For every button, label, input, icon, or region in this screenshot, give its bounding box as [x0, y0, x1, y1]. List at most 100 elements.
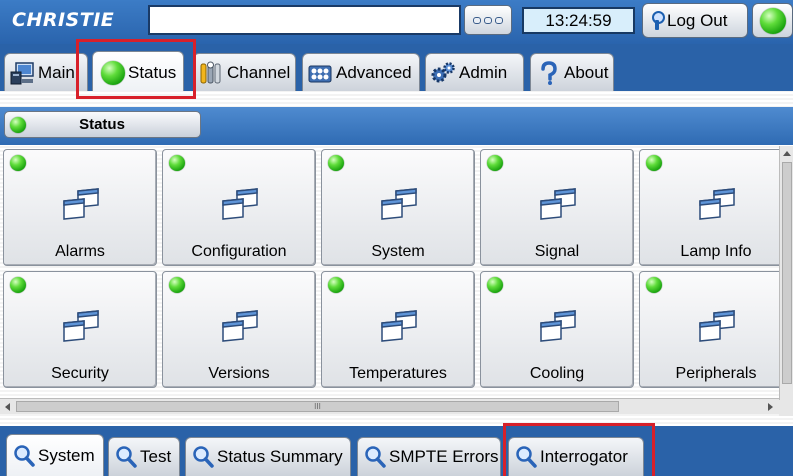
magnifier-icon: [516, 446, 537, 468]
magnifier-icon: [116, 446, 137, 468]
tab-channel[interactable]: Channel: [193, 53, 296, 91]
scroll-grip: III: [314, 402, 321, 411]
tab-main[interactable]: Main: [4, 53, 88, 91]
tile-cooling[interactable]: Cooling: [480, 271, 634, 388]
tile-signal[interactable]: Signal: [480, 149, 634, 266]
windows-icon: [222, 310, 258, 342]
tab-admin[interactable]: Admin: [425, 53, 524, 91]
magnifier-icon: [365, 446, 386, 468]
green-led-icon: [328, 277, 344, 293]
tile-label: Security: [51, 365, 109, 382]
green-led-icon: [10, 155, 26, 171]
tab-status-label: Status: [128, 62, 177, 82]
system-status-button[interactable]: [752, 3, 793, 38]
question-icon: [541, 60, 557, 85]
bottom-tab-system[interactable]: System: [6, 434, 104, 476]
green-led-icon: [487, 277, 503, 293]
vertical-scroll-thumb[interactable]: [782, 162, 792, 384]
tile-configuration[interactable]: Configuration: [162, 149, 316, 266]
green-led-icon: [646, 277, 662, 293]
green-led-icon: [10, 277, 26, 293]
tile-alarms[interactable]: Alarms: [3, 149, 157, 266]
bottom-tab-smpte-errors[interactable]: SMPTE Errors: [357, 437, 501, 476]
tab-channel-label: Channel: [227, 62, 291, 82]
monitor-icon: [10, 61, 34, 84]
green-led-icon: [487, 155, 503, 171]
bottom-tab-test[interactable]: Test: [108, 437, 180, 476]
address-input[interactable]: [148, 5, 461, 35]
tile-lamp-info[interactable]: Lamp Info: [639, 149, 779, 266]
clock-display: 13:24:59: [522, 7, 635, 34]
tile-security[interactable]: Security: [3, 271, 157, 388]
bottom-tab-system-label: System: [38, 445, 95, 465]
bottom-tab-interrogator-label: Interrogator: [540, 447, 628, 466]
windows-icon: [381, 310, 417, 342]
windows-icon: [540, 310, 576, 342]
bottom-tab-smpte-errors-label: SMPTE Errors: [389, 447, 499, 466]
tile-label: Alarms: [55, 243, 105, 260]
keypad-icon: [473, 16, 481, 24]
tile-label: Signal: [534, 243, 580, 260]
bottom-tab-test-label: Test: [140, 447, 172, 466]
windows-icon: [381, 188, 417, 220]
status-section-button[interactable]: Status: [4, 111, 201, 138]
christie-logo: CHRISTIE: [12, 9, 115, 31]
green-led-icon: [646, 155, 662, 171]
bottom-tab-status-summary-label: Status Summary: [217, 447, 343, 466]
tile-peripherals[interactable]: Peripherals: [639, 271, 779, 388]
windows-icon: [540, 188, 576, 220]
tools-icon: [200, 61, 221, 83]
green-led-icon: [10, 116, 26, 133]
main-tab-row: Main Status Channel Advanced Admin About: [0, 44, 793, 93]
gears-icon: [431, 61, 455, 82]
tile-versions[interactable]: Versions: [162, 271, 316, 388]
bottom-tab-status-summary[interactable]: Status Summary: [185, 437, 351, 476]
scroll-right-icon[interactable]: [768, 403, 773, 411]
logout-label: Log Out: [667, 10, 728, 30]
status-section-label: Status: [79, 116, 125, 133]
rack-icon: [308, 65, 332, 82]
keypad-button[interactable]: [464, 5, 512, 35]
scroll-left-icon[interactable]: [5, 403, 10, 411]
logout-button[interactable]: Log Out: [642, 3, 748, 38]
tab-advanced-label: Advanced: [336, 62, 412, 82]
horizontal-scroll-thumb[interactable]: III: [16, 401, 619, 412]
green-led-icon: [328, 155, 344, 171]
green-led-icon: [169, 155, 185, 171]
bottom-tab-interrogator[interactable]: Interrogator: [508, 437, 644, 476]
status-content-panel: Status Alarms Configuration System Signa…: [0, 91, 793, 426]
tile-temperatures[interactable]: Temperatures: [321, 271, 475, 388]
vertical-scrollbar[interactable]: [779, 146, 793, 400]
magnifier-icon: [193, 446, 214, 468]
windows-icon: [63, 310, 99, 342]
windows-icon: [222, 188, 258, 220]
keypad-icon: [495, 16, 503, 24]
scroll-up-icon[interactable]: [783, 151, 791, 156]
tab-status[interactable]: Status: [92, 51, 184, 93]
windows-icon: [63, 188, 99, 220]
top-bar: CHRISTIE 13:24:59 Log Out: [0, 0, 793, 44]
status-tile-grid: Alarms Configuration System Signal Lamp …: [0, 146, 779, 400]
tab-main-label: Main: [38, 62, 75, 82]
horizontal-scrollbar[interactable]: III: [0, 398, 779, 414]
tile-label: Versions: [208, 365, 270, 382]
green-led-icon: [759, 7, 786, 34]
magnifier-icon: [14, 444, 35, 467]
tab-advanced[interactable]: Advanced: [302, 53, 420, 91]
windows-icon: [699, 310, 735, 342]
tile-label: Configuration: [191, 243, 287, 260]
scrollbar-corner: [779, 400, 793, 416]
tab-admin-label: Admin: [459, 62, 508, 82]
windows-icon: [699, 188, 735, 220]
tile-label: Temperatures: [349, 365, 447, 382]
tab-about[interactable]: About: [530, 53, 614, 91]
tab-about-label: About: [564, 62, 609, 82]
tile-label: Lamp Info: [680, 243, 752, 260]
tile-label: Peripherals: [675, 365, 757, 382]
tile-system[interactable]: System: [321, 149, 475, 266]
tile-label: Cooling: [529, 365, 585, 382]
keypad-icon: [484, 16, 492, 24]
green-led-icon: [169, 277, 185, 293]
tile-label: System: [371, 243, 425, 260]
green-led-icon: [101, 60, 125, 85]
